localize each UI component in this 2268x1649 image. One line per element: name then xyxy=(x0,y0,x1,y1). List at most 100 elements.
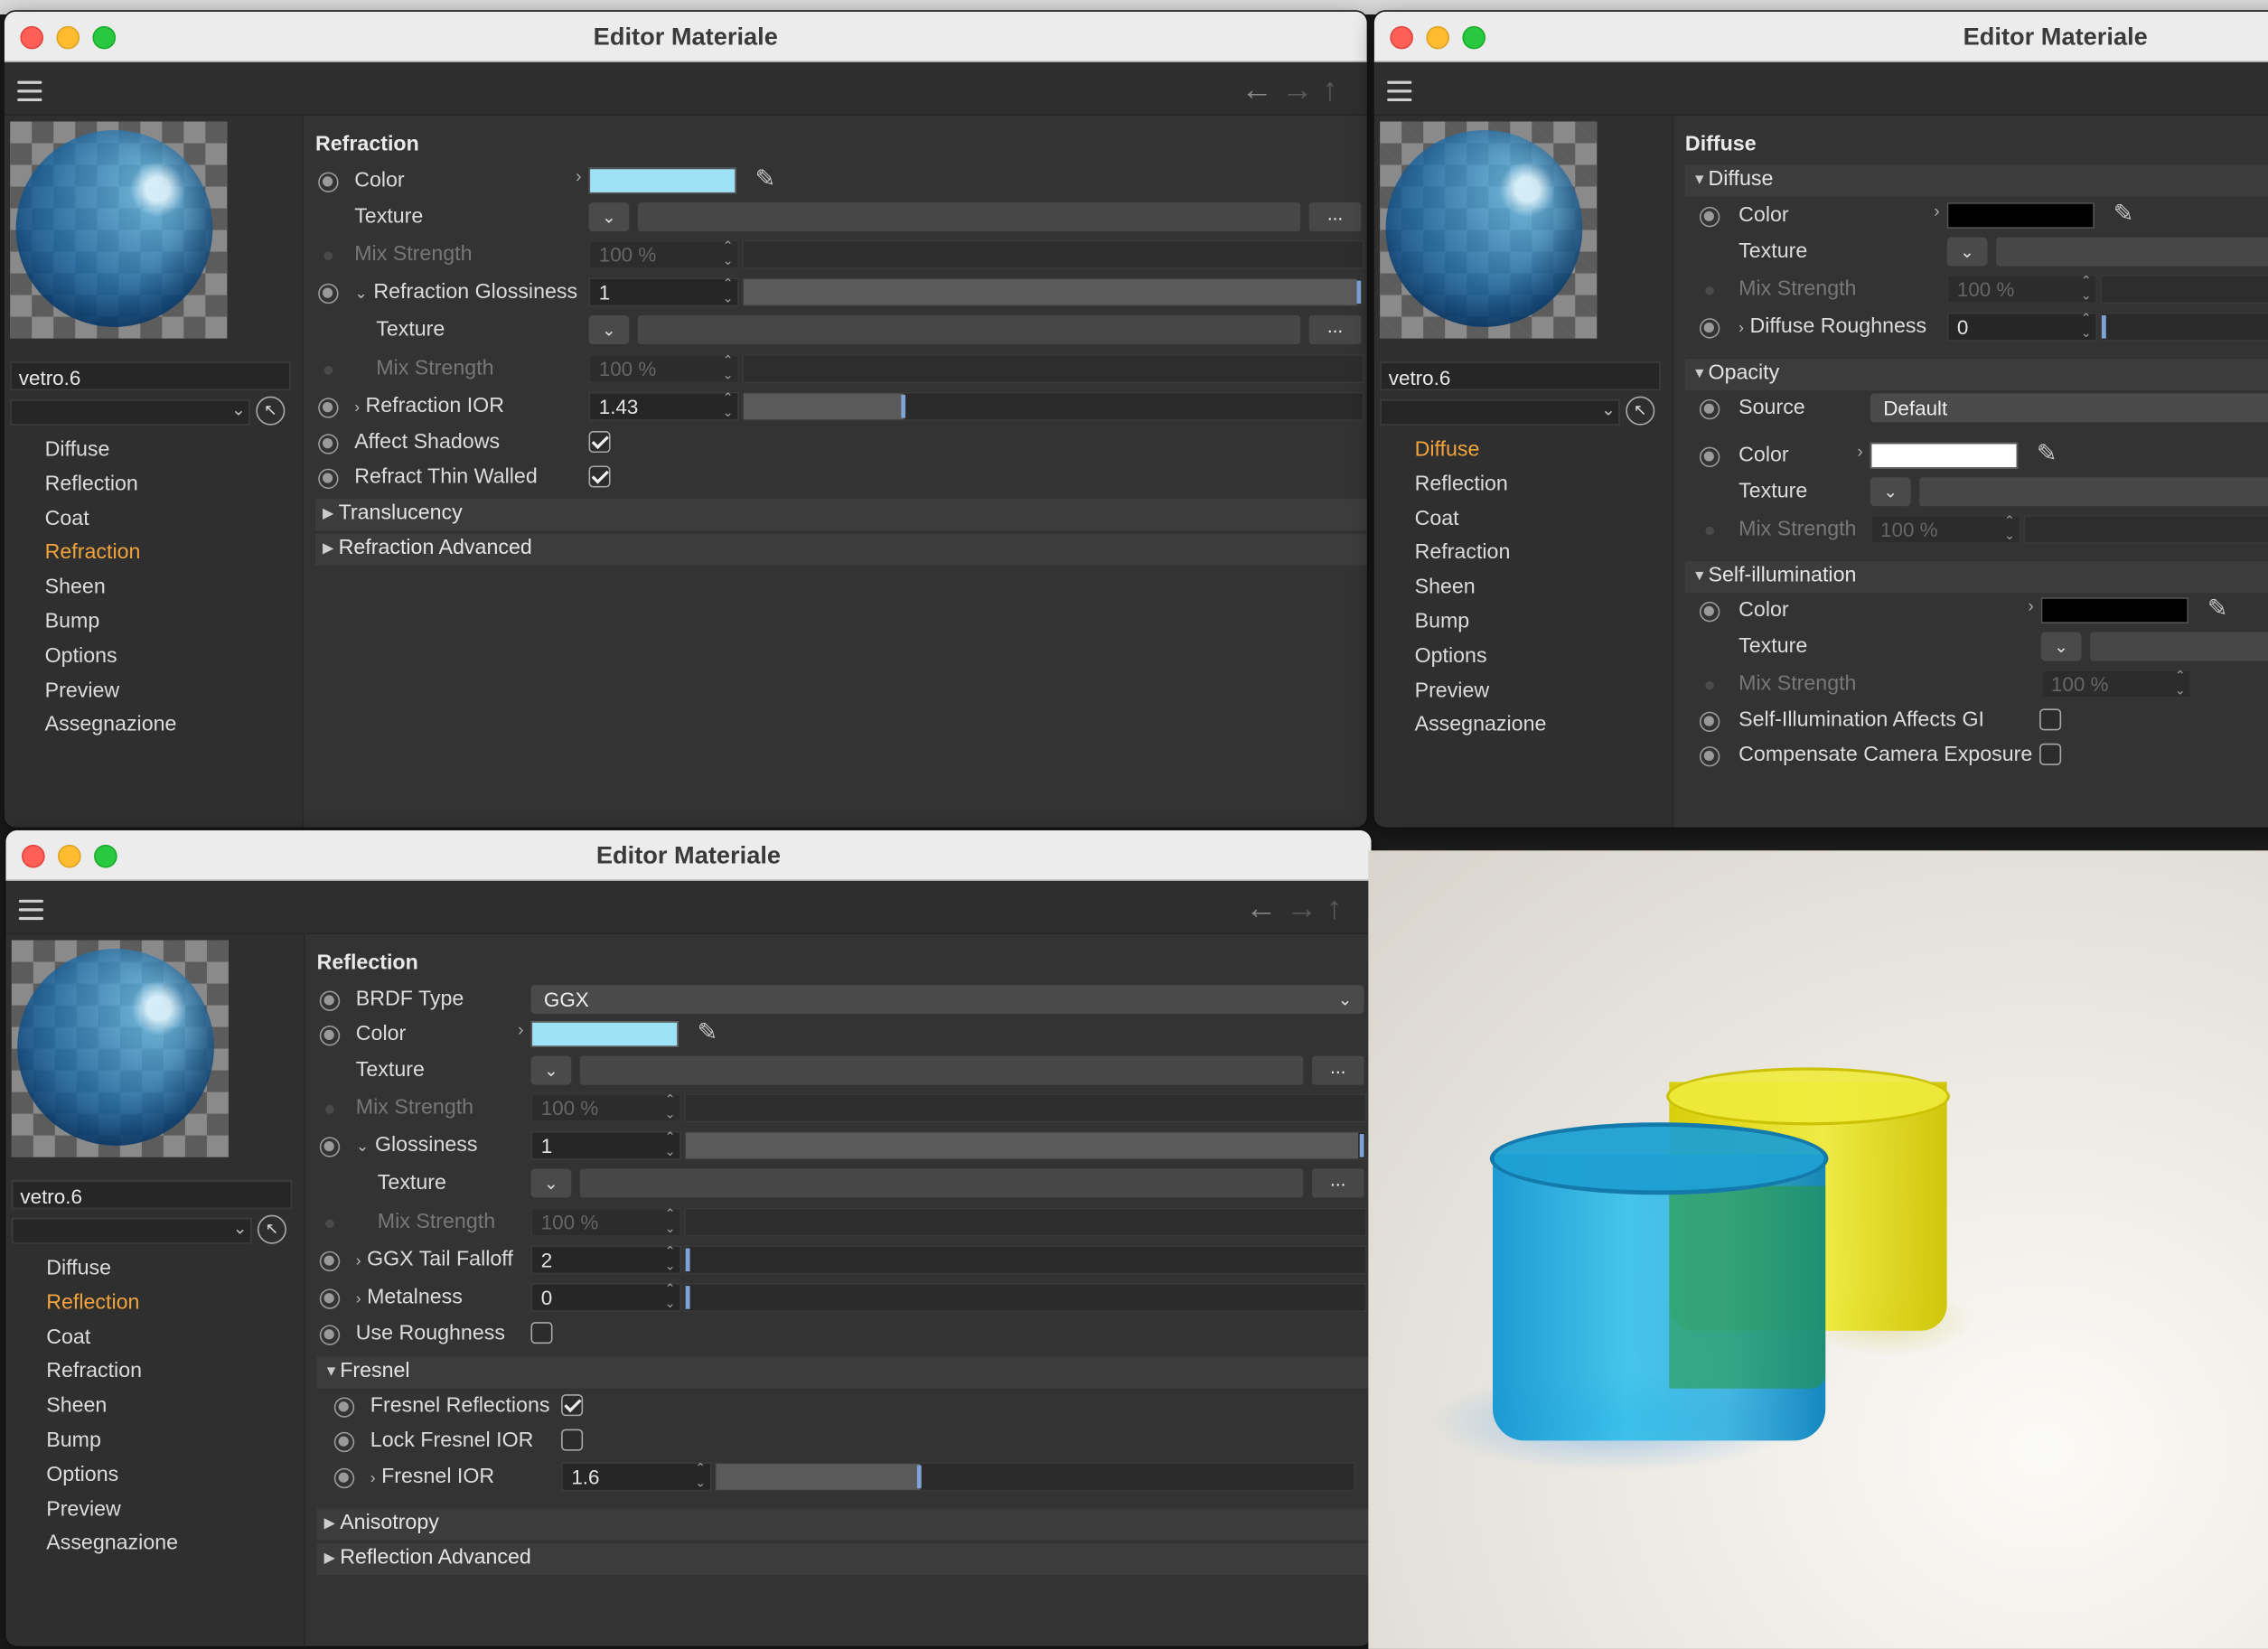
fresnel-reflections-checkbox[interactable] xyxy=(561,1394,584,1417)
chevron-right-icon[interactable]: › xyxy=(356,1252,361,1270)
channel-refraction[interactable]: Refraction xyxy=(45,538,177,572)
slider-handle[interactable] xyxy=(901,395,906,418)
texture-dropdown-button[interactable]: ⌄ xyxy=(588,202,630,232)
thin-walled-checkbox[interactable] xyxy=(588,465,611,488)
chevron-down-icon[interactable]: ⌄ xyxy=(356,1138,370,1156)
opacity-texture-dropdown[interactable]: ⌄ xyxy=(1870,477,1911,507)
material-preview[interactable] xyxy=(1380,121,1598,339)
material-dropdown[interactable]: ⌄ xyxy=(10,398,250,426)
channel-reflection[interactable]: Reflection xyxy=(45,468,177,502)
channel-preview[interactable]: Preview xyxy=(45,675,177,709)
spinner-icon[interactable]: ⌃ ⌄ xyxy=(2004,513,2015,542)
channel-assegnazione[interactable]: Assegnazione xyxy=(45,709,177,744)
material-name-field[interactable]: vetro.6 xyxy=(10,361,291,391)
self-mix-field[interactable]: 100 % ⌃ ⌄ xyxy=(2040,669,2192,699)
animate-radio[interactable] xyxy=(333,1467,355,1489)
channel-options[interactable]: Options xyxy=(46,1459,178,1494)
animate-radio[interactable] xyxy=(319,1325,341,1345)
diffuse-color-swatch[interactable] xyxy=(1946,202,2095,229)
spinner-icon[interactable]: ⌃ ⌄ xyxy=(695,1461,706,1490)
eyedropper-icon[interactable]: ✎ xyxy=(2207,595,2228,623)
channel-coat[interactable]: Coat xyxy=(45,502,177,537)
self-color-swatch[interactable] xyxy=(2040,597,2189,623)
channel-diffuse[interactable]: Diffuse xyxy=(45,434,177,468)
group-translucency[interactable]: ▶ Translucency xyxy=(314,499,1367,531)
lock-ior-checkbox[interactable] xyxy=(561,1429,584,1451)
affects-gi-checkbox[interactable] xyxy=(2039,708,2062,731)
channel-bump[interactable]: Bump xyxy=(46,1425,178,1459)
tail-falloff-field[interactable]: 2 ⌃ ⌄ xyxy=(530,1244,681,1275)
pick-material-icon[interactable]: ↖ xyxy=(1626,396,1655,426)
refraction-color-swatch[interactable] xyxy=(588,167,736,194)
animate-radio[interactable] xyxy=(318,434,339,454)
glossiness-texture-dropdown[interactable]: ⌄ xyxy=(588,314,630,344)
spinner-icon[interactable]: ⌃ ⌄ xyxy=(723,276,734,305)
animate-radio[interactable] xyxy=(319,990,341,1011)
chevron-right-icon[interactable]: › xyxy=(354,399,360,417)
chevron-down-icon[interactable]: ⌄ xyxy=(354,285,368,302)
group-refraction-advanced[interactable]: ▶ Refraction Advanced xyxy=(314,533,1367,566)
channel-sheen[interactable]: Sheen xyxy=(1415,572,1547,606)
ior-slider[interactable] xyxy=(742,391,1364,421)
ior-field[interactable]: 1.43 ⌃ ⌄ xyxy=(588,390,740,421)
animate-radio[interactable] xyxy=(1699,398,1720,420)
animate-radio[interactable] xyxy=(1699,601,1720,623)
spinner-icon[interactable]: ⌃ ⌄ xyxy=(664,1129,675,1158)
chevron-right-icon[interactable]: › xyxy=(518,1020,523,1040)
channel-bump[interactable]: Bump xyxy=(45,606,177,641)
animate-radio[interactable] xyxy=(318,468,339,490)
animate-radio[interactable] xyxy=(333,1431,355,1453)
glossiness-texture-slot[interactable] xyxy=(637,314,1301,344)
channel-reflection[interactable]: Reflection xyxy=(1415,468,1547,502)
spinner-icon[interactable]: ⌃ ⌄ xyxy=(664,1244,675,1273)
channel-refraction[interactable]: Refraction xyxy=(1415,538,1547,572)
chevron-right-icon[interactable]: › xyxy=(2028,596,2033,616)
eyedropper-icon[interactable]: ✎ xyxy=(2037,440,2057,469)
glossiness-slider[interactable] xyxy=(684,1130,1367,1160)
spinner-icon[interactable]: ⌃ ⌄ xyxy=(2081,274,2092,303)
opacity-mix-slider[interactable] xyxy=(2023,514,2268,544)
eyedropper-icon[interactable]: ✎ xyxy=(698,1018,718,1047)
affect-shadows-checkbox[interactable] xyxy=(588,431,611,454)
chevron-right-icon[interactable]: › xyxy=(1934,201,1939,221)
up-arrow-icon[interactable]: ↑ xyxy=(1326,889,1351,925)
texture-slot[interactable] xyxy=(579,1055,1304,1085)
use-roughness-checkbox[interactable] xyxy=(530,1322,553,1344)
group-reflection-advanced[interactable]: ▶ Reflection Advanced xyxy=(316,1543,1372,1576)
opacity-texture-slot[interactable] xyxy=(1919,477,2268,507)
animate-radio[interactable] xyxy=(318,283,339,305)
mix-strength-slider[interactable] xyxy=(684,1093,1367,1123)
texture-options-button[interactable]: ... xyxy=(1311,1055,1364,1085)
mix-strength-field[interactable]: 100 % ⌃ ⌄ xyxy=(588,239,740,269)
fresnel-ior-slider[interactable] xyxy=(714,1462,1355,1492)
chevron-right-icon[interactable]: › xyxy=(356,1290,361,1307)
spinner-icon[interactable]: ⌃ ⌄ xyxy=(723,353,734,382)
slider-handle[interactable] xyxy=(1356,280,1362,305)
gloss-texture-options[interactable]: ... xyxy=(1311,1168,1364,1198)
animate-radio[interactable] xyxy=(319,1251,341,1272)
gloss-texture-slot[interactable] xyxy=(579,1168,1304,1198)
texture-slot[interactable] xyxy=(1996,237,2268,267)
channel-diffuse[interactable]: Diffuse xyxy=(46,1252,178,1287)
animate-radio[interactable] xyxy=(318,172,339,192)
animate-radio[interactable] xyxy=(1699,746,1720,767)
group-self-illumination[interactable]: ▼ Self-illumination xyxy=(1684,561,2268,594)
slider-handle[interactable] xyxy=(1359,1134,1364,1157)
slider-handle[interactable] xyxy=(685,1248,690,1272)
animate-radio[interactable] xyxy=(319,1137,341,1157)
glossiness-texture-options[interactable]: ... xyxy=(1308,314,1362,344)
channel-coat[interactable]: Coat xyxy=(46,1321,178,1355)
slider-handle[interactable] xyxy=(685,1286,690,1309)
spinner-icon[interactable]: ⌃ ⌄ xyxy=(664,1092,675,1121)
mix-strength-field[interactable]: 100 % ⌃ ⌄ xyxy=(1946,274,2098,305)
texture-options-button[interactable]: ... xyxy=(1308,202,1362,232)
channel-sheen[interactable]: Sheen xyxy=(46,1391,178,1425)
channel-diffuse[interactable]: Diffuse xyxy=(1415,434,1547,468)
channel-bump[interactable]: Bump xyxy=(1415,606,1547,641)
pick-material-icon[interactable]: ↖ xyxy=(257,1214,286,1244)
reflection-color-swatch[interactable] xyxy=(530,1021,679,1047)
source-select[interactable]: Default xyxy=(1870,393,2268,423)
tail-falloff-slider[interactable] xyxy=(684,1245,1367,1275)
gloss-mix-field[interactable]: 100 % ⌃ ⌄ xyxy=(530,1206,681,1237)
title-bar[interactable]: Editor Materiale xyxy=(4,11,1367,62)
